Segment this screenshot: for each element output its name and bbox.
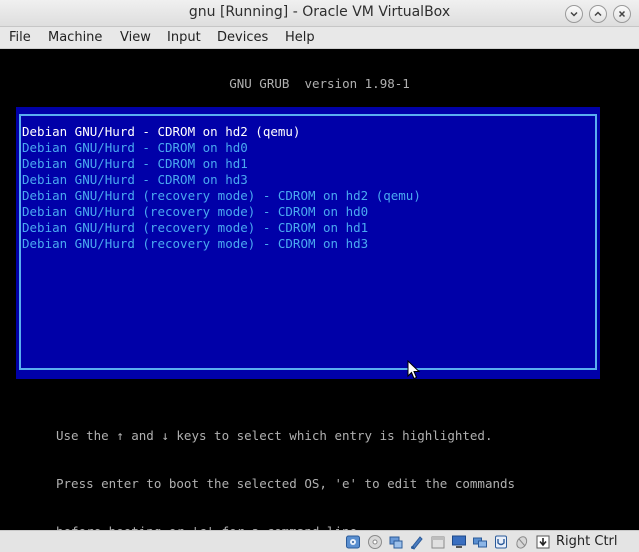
hard-disk-icon[interactable] [345, 534, 361, 550]
capture-icon[interactable] [493, 534, 509, 550]
status-bar: Right Ctrl [0, 530, 639, 552]
grub-menu: Debian GNU/Hurd - CDROM on hd2 (qemu) De… [16, 107, 600, 379]
close-button[interactable] [613, 5, 631, 23]
usb-icon[interactable] [388, 534, 404, 550]
grub-entry-selected[interactable]: Debian GNU/Hurd - CDROM on hd2 (qemu) [22, 124, 421, 140]
shared-folder-icon[interactable] [409, 534, 425, 550]
network-icon[interactable] [472, 534, 488, 550]
grub-entry[interactable]: Debian GNU/Hurd (recovery mode) - CDROM … [22, 236, 421, 252]
menu-devices[interactable]: Devices [217, 30, 268, 45]
window-title: gnu [Running] - Oracle VM VirtualBox [188, 4, 451, 20]
maximize-button[interactable] [589, 5, 607, 23]
grub-entry[interactable]: Debian GNU/Hurd (recovery mode) - CDROM … [22, 220, 421, 236]
minimize-button[interactable] [565, 5, 583, 23]
grub-entry[interactable]: Debian GNU/Hurd (recovery mode) - CDROM … [22, 204, 421, 220]
chevron-up-icon [594, 11, 602, 17]
optical-drive-icon[interactable] [367, 534, 383, 550]
grub-entry-list: Debian GNU/Hurd - CDROM on hd2 (qemu) De… [22, 124, 421, 252]
menu-input[interactable]: Input [167, 30, 201, 45]
menu-file[interactable]: File [9, 30, 31, 45]
mouse-cursor-icon [407, 360, 421, 380]
grub-entry[interactable]: Debian GNU/Hurd - CDROM on hd0 [22, 140, 421, 156]
help-line: Press enter to boot the selected OS, 'e'… [56, 476, 516, 491]
help-line: Use the ↑ and ↓ keys to select which ent… [56, 428, 493, 443]
clipboard-icon[interactable] [430, 534, 446, 550]
menu-help[interactable]: Help [285, 30, 315, 45]
chevron-down-icon [570, 11, 578, 17]
menu-bar: File Machine View Input Devices Help [0, 27, 639, 49]
grub-entry[interactable]: Debian GNU/Hurd - CDROM on hd3 [22, 172, 421, 188]
host-key-label: Right Ctrl [556, 534, 618, 549]
display-icon[interactable] [451, 534, 467, 550]
title-bar[interactable]: gnu [Running] - Oracle VM VirtualBox [0, 0, 639, 27]
grub-help-text: Use the ↑ and ↓ keys to select which ent… [56, 396, 515, 552]
close-icon [618, 10, 626, 18]
vm-screen[interactable]: GNU GRUB version 1.98-1 Debian GNU/Hurd … [0, 49, 639, 539]
grub-entry[interactable]: Debian GNU/Hurd (recovery mode) - CDROM … [22, 188, 421, 204]
grub-entry[interactable]: Debian GNU/Hurd - CDROM on hd1 [22, 156, 421, 172]
menu-machine[interactable]: Machine [48, 30, 102, 45]
keyboard-capture-icon[interactable] [535, 534, 551, 550]
mouse-integration-icon[interactable] [514, 534, 530, 550]
grub-header: GNU GRUB version 1.98-1 [229, 76, 410, 91]
menu-view[interactable]: View [120, 30, 151, 45]
